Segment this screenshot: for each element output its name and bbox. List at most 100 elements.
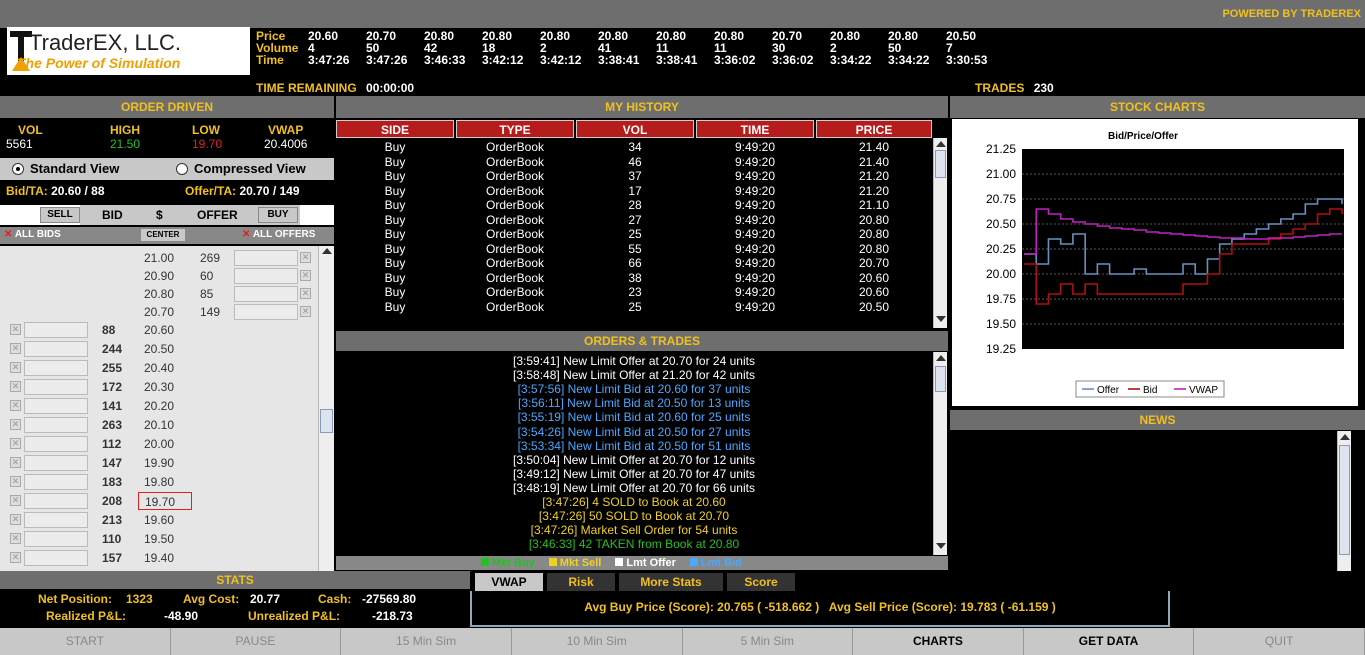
vwap-tab-panel: Avg Buy Price (Score): 20.765 ( -518.662…	[470, 591, 1170, 627]
low-label: LOW	[192, 123, 220, 137]
start-button[interactable]: START	[0, 628, 171, 655]
bid-order-input[interactable]	[24, 436, 88, 452]
order-book-scrollbar[interactable]	[318, 246, 334, 571]
scroll-down-icon[interactable]	[936, 316, 946, 322]
bid-order-input[interactable]	[24, 341, 88, 357]
standard-view-radio[interactable]: Standard View	[12, 161, 119, 176]
compressed-view-radio[interactable]: Compressed View	[176, 161, 306, 176]
bid-order-input[interactable]	[24, 512, 88, 528]
tab-vwap[interactable]: VWAP	[475, 573, 543, 591]
history-row[interactable]: Buy OrderBook 28 9:49:20 21.10	[336, 199, 932, 211]
cancel-x-icon[interactable]: ✕	[10, 457, 21, 468]
history-col-type[interactable]: TYPE	[456, 120, 574, 138]
history-col-price[interactable]: PRICE	[816, 120, 932, 138]
bid-order-input[interactable]	[24, 550, 88, 566]
cancel-x-icon[interactable]: ✕	[10, 324, 21, 335]
pause-button[interactable]: PAUSE	[170, 628, 342, 655]
history-row[interactable]: Buy OrderBook 37 9:49:20 21.20	[336, 170, 932, 182]
get-data-button[interactable]: GET DATA	[1023, 628, 1195, 655]
offer-order-input[interactable]	[234, 304, 298, 320]
history-row[interactable]: Buy OrderBook 25 9:49:20 20.80	[336, 228, 932, 240]
cancel-x-icon[interactable]: ✕	[10, 438, 21, 449]
history-type: OrderBook	[485, 227, 545, 241]
history-col-side[interactable]: SIDE	[336, 120, 454, 138]
history-row[interactable]: Buy OrderBook 34 9:49:20 21.40	[336, 141, 932, 153]
cancel-x-icon[interactable]: ✕	[300, 306, 311, 317]
bid-order-input[interactable]	[24, 379, 88, 395]
cancel-x-icon[interactable]: ✕	[10, 476, 21, 487]
history-row[interactable]: Buy OrderBook 17 9:49:20 21.20	[336, 185, 932, 197]
sell-button[interactable]: SELL	[40, 207, 80, 223]
quit-button[interactable]: QUIT	[1194, 628, 1365, 655]
offer-order-input[interactable]	[234, 286, 298, 302]
cancel-x-icon[interactable]: ✕	[10, 552, 21, 563]
history-col-vol[interactable]: VOL	[576, 120, 694, 138]
bid-order-input[interactable]	[24, 531, 88, 547]
bid-order-input[interactable]	[24, 455, 88, 471]
history-row[interactable]: Buy OrderBook 66 9:49:20 20.70	[336, 257, 932, 269]
history-row[interactable]: Buy OrderBook 38 9:49:20 20.60	[336, 272, 932, 284]
tab-risk[interactable]: Risk	[547, 573, 615, 591]
charts-button[interactable]: CHARTS	[853, 628, 1024, 655]
bid-order-input[interactable]	[24, 398, 88, 414]
all-offers-button[interactable]: ✕ ALL OFFERS	[242, 229, 315, 240]
orders-trades-scrollbar[interactable]	[933, 352, 947, 555]
bid-order-input[interactable]	[24, 474, 88, 490]
scroll-up-icon[interactable]	[936, 355, 946, 361]
5-min-sim-button[interactable]: 5 Min Sim	[682, 628, 854, 655]
cancel-x-icon[interactable]: ✕	[10, 400, 21, 411]
cancel-x-icon[interactable]: ✕	[300, 252, 311, 263]
orders-trades-scroll-thumb[interactable]	[935, 366, 946, 392]
history-row[interactable]: Buy OrderBook 23 9:49:20 20.60	[336, 286, 932, 298]
buy-input[interactable]	[300, 205, 334, 225]
tab-more-stats[interactable]: More Stats	[619, 573, 723, 591]
bid-size: 244	[102, 342, 123, 356]
cancel-x-icon[interactable]: ✕	[10, 362, 21, 373]
bid-size: 157	[102, 551, 123, 565]
history-scroll-thumb[interactable]	[935, 150, 946, 178]
net-position-label: Net Position:	[38, 592, 112, 606]
cancel-x-icon[interactable]: ✕	[300, 270, 311, 281]
bid-order-input[interactable]	[24, 417, 88, 433]
bid-order-input[interactable]	[24, 322, 88, 338]
news-scrollbar[interactable]	[1337, 431, 1351, 571]
cancel-x-icon[interactable]: ✕	[300, 288, 311, 299]
buy-button[interactable]: BUY	[258, 207, 298, 223]
history-row[interactable]: Buy OrderBook 46 9:49:20 21.40	[336, 156, 932, 168]
scroll-up-icon[interactable]	[936, 141, 946, 147]
history-type: OrderBook	[485, 198, 545, 212]
10-min-sim-button[interactable]: 10 Min Sim	[511, 628, 683, 655]
cancel-x-icon[interactable]: ✕	[10, 381, 21, 392]
history-row[interactable]: Buy OrderBook 25 9:49:20 20.50	[336, 301, 932, 313]
history-row[interactable]: Buy OrderBook 27 9:49:20 20.80	[336, 214, 932, 226]
history-scrollbar[interactable]	[933, 138, 947, 328]
legend-item: Mkt Buy	[481, 557, 535, 569]
offer-order-input[interactable]	[234, 250, 298, 266]
offer-order-input[interactable]	[234, 268, 298, 284]
scroll-up-icon[interactable]	[322, 248, 332, 254]
scroll-down-icon[interactable]	[936, 543, 946, 549]
history-time: 9:49:20	[734, 140, 776, 154]
bid-price: 20.50	[144, 342, 175, 356]
cancel-x-icon[interactable]: ✕	[10, 419, 21, 430]
history-col-time[interactable]: TIME	[696, 120, 814, 138]
order-book-scroll-thumb[interactable]	[320, 409, 333, 433]
cancel-x-icon[interactable]: ✕	[10, 514, 21, 525]
compressed-view-label: Compressed View	[194, 161, 306, 176]
cancel-x-icon[interactable]: ✕	[10, 533, 21, 544]
history-row[interactable]: Buy OrderBook 55 9:49:20 20.80	[336, 243, 932, 255]
cancel-x-icon[interactable]: ✕	[10, 495, 21, 506]
scroll-up-icon[interactable]	[1340, 434, 1350, 440]
all-bids-button[interactable]: ✕ ALL BIDS	[4, 229, 61, 240]
15-min-sim-button[interactable]: 15 Min Sim	[341, 628, 512, 655]
ticker-entry: 20.80 50 3:34:22	[888, 30, 929, 66]
center-button[interactable]: CENTER	[140, 228, 186, 242]
tab-score[interactable]: Score	[727, 573, 795, 591]
news-scroll-thumb[interactable]	[1339, 445, 1350, 555]
bid-order-input[interactable]	[24, 360, 88, 376]
sell-input[interactable]	[8, 205, 40, 225]
cancel-x-icon[interactable]: ✕	[10, 343, 21, 354]
log-line: [3:58:48] New Limit Offer at 21.20 for 4…	[513, 368, 755, 383]
order-driven-header: ORDER DRIVEN	[0, 96, 334, 118]
bid-order-input[interactable]	[24, 493, 88, 509]
